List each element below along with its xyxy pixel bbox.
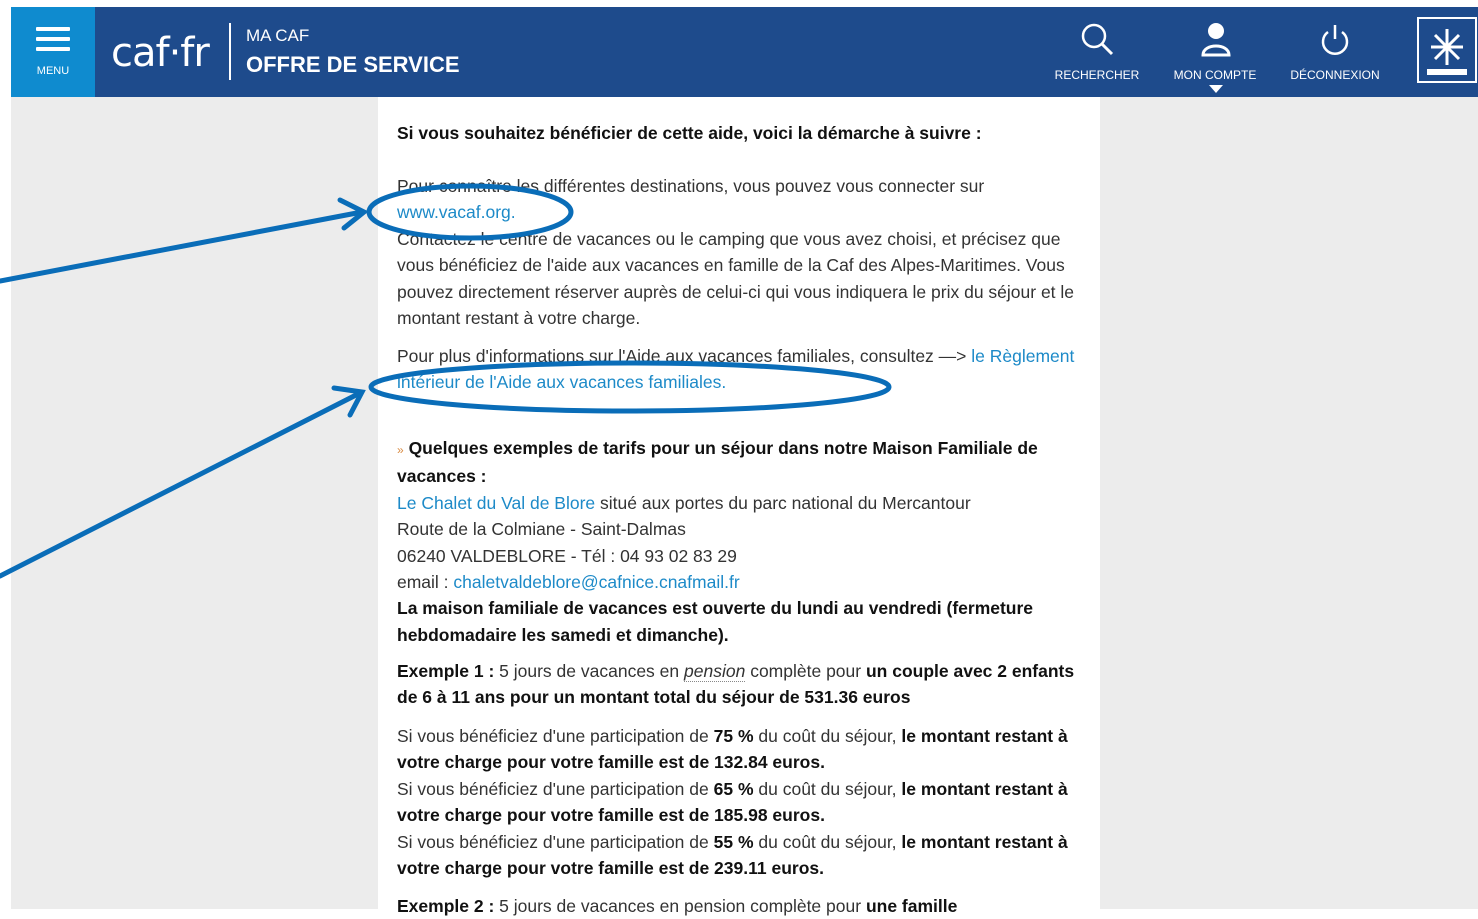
- account-label: MON COMPTE: [1173, 68, 1257, 82]
- result-3-a: Si vous bénéficiez d'une participation d…: [397, 831, 709, 852]
- paragraph-reglement: Pour plus d'informations sur l'Aide aux …: [397, 343, 1097, 396]
- result-3-b: du coût du séjour,: [758, 831, 897, 852]
- chevron-down-icon: [1209, 85, 1223, 93]
- logout-button[interactable]: DÉCONNEXION: [1285, 7, 1385, 97]
- address-line-1: Route de la Colmiane - Saint-Dalmas: [397, 519, 686, 540]
- opening-hours-text: La maison familiale de vacances est ouve…: [397, 598, 1034, 645]
- examples-heading: Quelques exemples de tarifs pour un séjo…: [397, 438, 1038, 487]
- caf-logo[interactable]: caf·fr: [111, 33, 210, 73]
- pension-term[interactable]: pension: [684, 661, 746, 682]
- email-label: email :: [397, 572, 449, 593]
- logout-label: DÉCONNEXION: [1290, 68, 1380, 82]
- example-1-text-b: complète pour: [750, 661, 862, 681]
- chalet-link[interactable]: Le Chalet du Val de Blore: [397, 493, 595, 513]
- chalet-text: situé aux portes du parc national du Mer…: [600, 492, 971, 513]
- examples-block: » Quelques exemples de tarifs pour un sé…: [397, 435, 1097, 648]
- account-button[interactable]: MON COMPTE: [1165, 7, 1265, 97]
- example-2-bold: une famille: [865, 896, 958, 916]
- search-button[interactable]: RECHERCHER: [1047, 7, 1147, 97]
- power-icon: [1321, 25, 1349, 55]
- email-link[interactable]: chaletvaldeblore@cafnice.cnafmail.fr: [453, 572, 739, 592]
- menu-button[interactable]: MENU: [11, 7, 95, 97]
- results-block: Si vous bénéficiez d'une participation d…: [397, 723, 1097, 881]
- result-2-a: Si vous bénéficiez d'une participation d…: [397, 778, 709, 799]
- search-label: RECHERCHER: [1054, 68, 1140, 82]
- example-2-label: Exemple 2 :: [397, 896, 495, 916]
- result-3-pct: 55 %: [713, 831, 754, 852]
- ma-caf-label: MA CAF: [246, 26, 310, 45]
- reglement-text: Pour plus d'informations sur l'Aide aux …: [397, 346, 967, 366]
- account-icon: [1201, 23, 1231, 57]
- result-1-a: Si vous bénéficiez d'une participation d…: [397, 726, 709, 746]
- result-1-pct: 75 %: [713, 726, 754, 746]
- menu-icon: [36, 27, 70, 57]
- example-1-label: Exemple 1 :: [397, 661, 495, 681]
- result-2-pct: 65 %: [713, 778, 754, 799]
- intro-heading: Si vous souhaitez bénéficier de cette ai…: [397, 123, 982, 143]
- example-2: Exemple 2 : 5 jours de vacances en pensi…: [397, 893, 1097, 919]
- search-icon: [1081, 23, 1114, 56]
- example-1-text-a: 5 jours de vacances en: [499, 661, 680, 681]
- address-line-2: 06240 VALDEBLORE - Tél : 04 93 02 83 29: [397, 545, 737, 566]
- result-2-b: du coût du séjour,: [758, 778, 897, 799]
- vacaf-link[interactable]: www.vacaf.org.: [397, 202, 516, 222]
- bullet-icon: »: [397, 443, 404, 457]
- top-header: MENU caf·fr MA CAF OFFRE DE SERVICE RECH…: [11, 7, 1478, 97]
- offre-de-service-title: OFFRE DE SERVICE: [246, 52, 460, 77]
- example-2-text: 5 jours de vacances en pension complète …: [499, 896, 862, 916]
- paragraph-contact: Contactez le centre de vacances ou le ca…: [397, 229, 1075, 329]
- menu-label: MENU: [36, 65, 70, 77]
- destinations-text: Pour connaître les différentes destinati…: [397, 176, 985, 196]
- logo-divider: [229, 23, 231, 80]
- result-1-b: du coût du séjour,: [758, 726, 897, 746]
- paragraph-destinations: Pour connaître les différentes destinati…: [397, 173, 1097, 226]
- example-1: Exemple 1 : 5 jours de vacances en pensi…: [397, 658, 1097, 711]
- caf-badge-icon: [1417, 17, 1477, 83]
